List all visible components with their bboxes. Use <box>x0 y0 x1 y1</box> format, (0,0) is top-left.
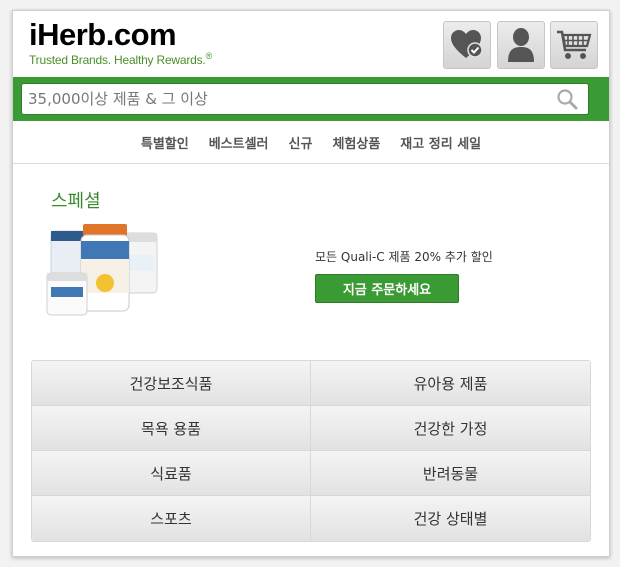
special-title: 스페셜 <box>51 191 101 212</box>
order-now-button[interactable]: 지금 주문하세요 <box>315 274 459 303</box>
category-nav: 특별할인 베스트셀러 신규 체험상품 재고 정리 세일 <box>13 121 609 164</box>
nav-item-clearance[interactable]: 재고 정리 세일 <box>400 133 481 152</box>
promo-text: 모든 Quali-C 제품 20% 추가 할인 <box>315 250 493 264</box>
nav-item-bestsellers[interactable]: 베스트셀러 <box>209 133 269 152</box>
search-input[interactable] <box>28 84 548 114</box>
vitamin-c-product-image[interactable] <box>43 221 163 326</box>
search-box[interactable] <box>21 83 589 115</box>
search-bar <box>13 77 609 121</box>
registered-mark: ® <box>205 51 213 61</box>
user-icon <box>508 28 534 62</box>
wishlist-button[interactable] <box>443 21 491 69</box>
search-icon <box>557 89 578 110</box>
logo-tagline: Trusted Brands. Healthy Rewards.® <box>29 51 229 67</box>
search-button[interactable] <box>556 88 578 110</box>
category-baby-products[interactable]: 유아용 제품 <box>311 361 590 406</box>
category-bath[interactable]: 목욕 용품 <box>32 406 311 451</box>
cart-icon <box>557 30 592 59</box>
nav-item-specials[interactable]: 특별할인 <box>141 133 189 152</box>
logo-tagline-text: Trusted Brands. Healthy Rewards. <box>29 53 206 67</box>
category-sports[interactable]: 스포츠 <box>32 496 311 541</box>
category-health-condition[interactable]: 건강 상태별 <box>311 496 590 541</box>
heart-check-icon <box>451 30 483 58</box>
category-grocery[interactable]: 식료품 <box>32 451 311 496</box>
nav-item-new[interactable]: 신규 <box>289 133 313 152</box>
nav-item-trial[interactable]: 체험상품 <box>332 133 380 152</box>
logo-wordmark: iHerb.com <box>29 17 177 52</box>
cart-button[interactable] <box>550 21 598 69</box>
app-frame: iHerb.com Trusted Brands. Healthy Reward… <box>12 10 610 557</box>
category-grid: 건강보조식품 유아용 제품 목욕 용품 건강한 가정 식료품 반려동물 스포츠 … <box>31 360 591 542</box>
top-bar: iHerb.com Trusted Brands. Healthy Reward… <box>13 11 609 77</box>
category-healthy-home[interactable]: 건강한 가정 <box>311 406 590 451</box>
category-pets[interactable]: 반려동물 <box>311 451 590 496</box>
account-button[interactable] <box>497 21 545 69</box>
iherb-logo[interactable]: iHerb.com Trusted Brands. Healthy Reward… <box>29 19 229 71</box>
category-supplements[interactable]: 건강보조식품 <box>32 361 311 406</box>
